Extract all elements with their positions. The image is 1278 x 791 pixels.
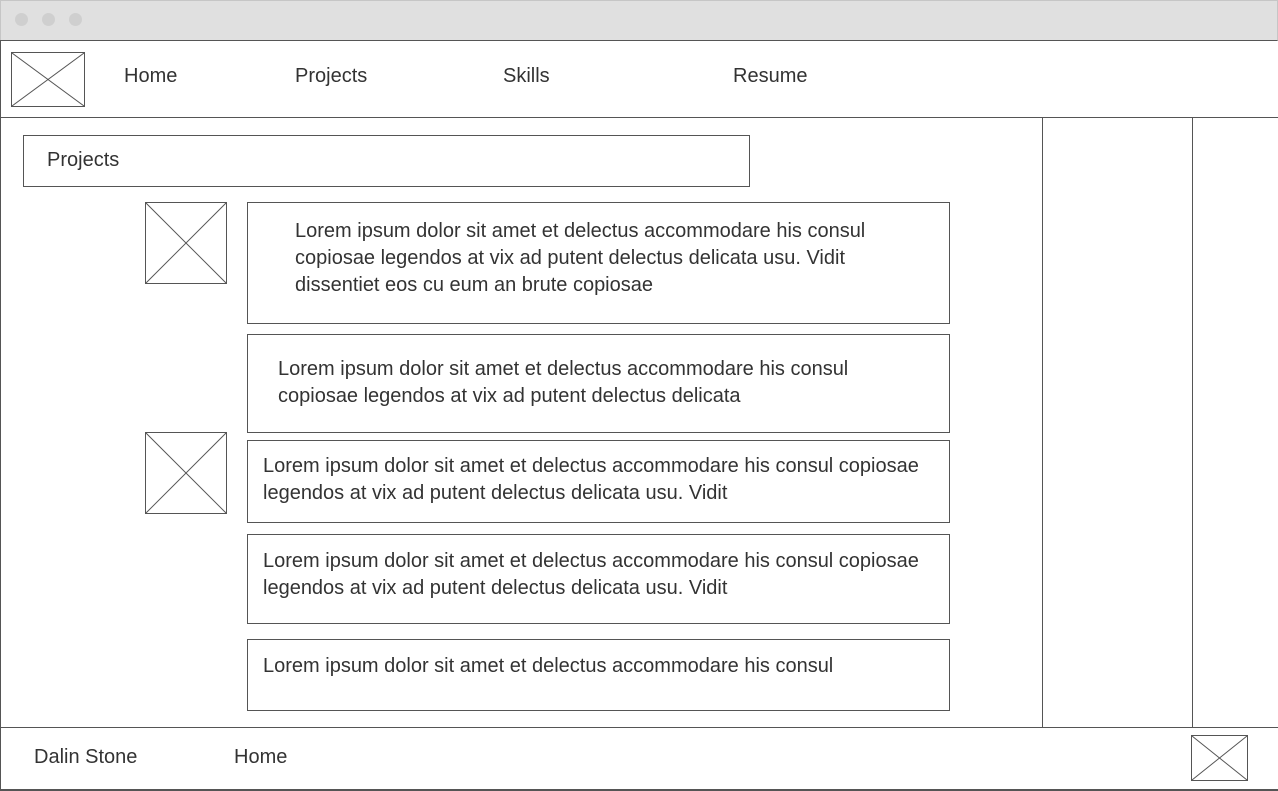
- window-minimize-dot[interactable]: [42, 13, 55, 26]
- section-title-box: Projects: [23, 135, 750, 187]
- project-image-placeholder[interactable]: [145, 202, 227, 284]
- sidebar-divider-left: [1042, 117, 1043, 728]
- window-close-dot[interactable]: [15, 13, 28, 26]
- project-card: Lorem ipsum dolor sit amet et delectus a…: [247, 639, 950, 711]
- project-card-text: Lorem ipsum dolor sit amet et delectus a…: [295, 220, 866, 296]
- footer-link-home[interactable]: Home: [234, 745, 287, 769]
- project-card: Lorem ipsum dolor sit amet et delectus a…: [247, 534, 950, 624]
- image-placeholder-icon: [12, 53, 84, 106]
- nav-link-projects[interactable]: Projects: [295, 64, 367, 88]
- nav-link-resume[interactable]: Resume: [733, 64, 807, 88]
- window-titlebar: [0, 0, 1278, 41]
- nav-link-skills[interactable]: Skills: [503, 64, 550, 88]
- image-placeholder-icon: [146, 433, 226, 513]
- project-card: Lorem ipsum dolor sit amet et delectus a…: [247, 440, 950, 523]
- project-card-text: Lorem ipsum dolor sit amet et delectus a…: [278, 358, 849, 407]
- project-card-text: Lorem ipsum dolor sit amet et delectus a…: [263, 550, 919, 599]
- project-card-text: Lorem ipsum dolor sit amet et delectus a…: [263, 655, 834, 677]
- image-placeholder-icon: [1192, 736, 1247, 780]
- footer-name: Dalin Stone: [34, 746, 138, 768]
- project-card: Lorem ipsum dolor sit amet et delectus a…: [247, 202, 950, 324]
- project-image-placeholder[interactable]: [145, 432, 227, 514]
- image-placeholder-icon: [146, 203, 226, 283]
- project-card-text: Lorem ipsum dolor sit amet et delectus a…: [263, 455, 919, 504]
- header-divider: [0, 117, 1278, 118]
- section-title: Projects: [47, 149, 120, 171]
- footer-divider: [0, 727, 1278, 728]
- sidebar-divider-right: [1192, 117, 1193, 728]
- footer-image-placeholder[interactable]: [1191, 735, 1248, 781]
- logo-image-placeholder[interactable]: [11, 52, 85, 107]
- project-card: Lorem ipsum dolor sit amet et delectus a…: [247, 334, 950, 433]
- browser-window: Home Projects Skills Resume Projects Lor…: [0, 0, 1278, 791]
- nav-link-home[interactable]: Home: [124, 64, 177, 88]
- window-maximize-dot[interactable]: [69, 13, 82, 26]
